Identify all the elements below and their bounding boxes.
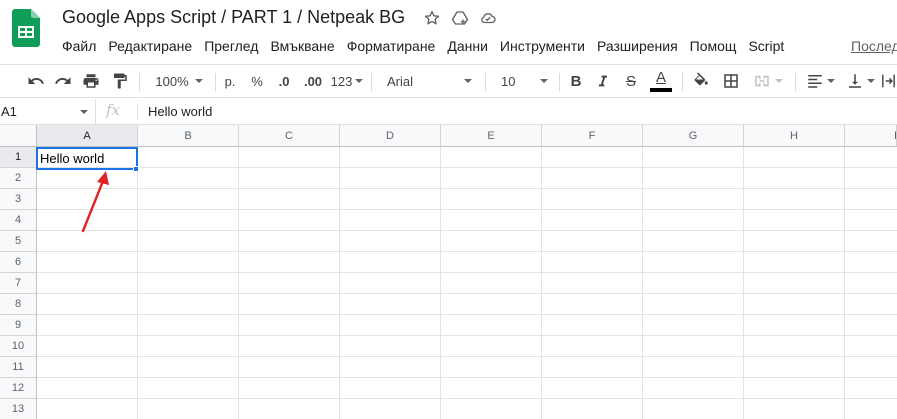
menu-help[interactable]: Помощ	[690, 37, 737, 55]
column-header-i[interactable]: I	[845, 125, 897, 147]
vertical-align-icon[interactable]	[842, 65, 878, 97]
chevron-down-icon	[866, 79, 875, 83]
row-header-3[interactable]: 3	[0, 189, 37, 210]
cloud-saved-icon[interactable]	[479, 9, 497, 27]
name-box-value: A1	[1, 104, 17, 119]
row-header-6[interactable]: 6	[0, 252, 37, 273]
increase-decimal-label: .00	[303, 73, 323, 89]
formula-bar: A1 fx Hello world	[0, 99, 897, 125]
horizontal-align-icon[interactable]	[802, 65, 838, 97]
print-icon[interactable]	[79, 65, 103, 97]
chevron-down-icon	[355, 79, 364, 83]
zoom-value: 100%	[155, 73, 189, 89]
toolbar-divider	[559, 73, 560, 91]
menu-edit[interactable]: Редактиране	[108, 37, 192, 55]
move-to-drive-icon[interactable]	[451, 9, 469, 27]
column-header-c[interactable]: C	[239, 125, 340, 147]
toolbar-divider	[485, 73, 486, 91]
menu-file[interactable]: Файл	[62, 37, 96, 55]
row-header-10[interactable]: 10	[0, 336, 37, 357]
toolbar-divider	[682, 73, 683, 91]
toolbar-divider	[215, 73, 216, 91]
fx-icon: fx	[106, 101, 121, 119]
chevron-down-icon	[826, 79, 835, 83]
document-title[interactable]: Google Apps Script / PART 1 / Netpeak BG	[62, 7, 405, 28]
star-icon[interactable]	[423, 9, 441, 27]
row-header-13[interactable]: 13	[0, 399, 37, 419]
more-formats-select[interactable]: 123	[330, 65, 364, 97]
chevron-down-icon	[464, 79, 472, 83]
title-bar: Google Apps Script / PART 1 / Netpeak BG…	[0, 0, 897, 62]
zoom-select[interactable]: 100%	[148, 65, 210, 97]
row-header-4[interactable]: 4	[0, 210, 37, 231]
decrease-decimal-label: .0	[278, 73, 290, 89]
row-header-9[interactable]: 9	[0, 315, 37, 336]
column-header-d[interactable]: D	[340, 125, 441, 147]
toolbar-divider	[371, 73, 372, 91]
currency-format-button[interactable]: р.	[220, 65, 240, 97]
text-color-button[interactable]: A	[648, 65, 674, 97]
italic-icon[interactable]	[592, 65, 614, 97]
redo-icon[interactable]	[51, 65, 75, 97]
menu-script[interactable]: Script	[748, 37, 784, 55]
sheets-logo-icon[interactable]	[12, 9, 40, 47]
fill-color-icon[interactable]	[689, 65, 713, 97]
row-header-12[interactable]: 12	[0, 378, 37, 399]
font-family-select[interactable]: Arial	[378, 65, 478, 97]
formula-divider	[137, 103, 138, 120]
menu-tools[interactable]: Инструменти	[500, 37, 585, 55]
column-header-f[interactable]: F	[542, 125, 643, 147]
formula-input[interactable]: Hello world	[148, 99, 212, 124]
menu-format[interactable]: Форматиране	[347, 37, 436, 55]
more-formats-label: 123	[330, 73, 353, 89]
menu-bar: Файл Редактиране Преглед Вмъкване Формат…	[62, 37, 796, 55]
undo-icon[interactable]	[24, 65, 48, 97]
column-header-i-label: I	[893, 130, 897, 142]
chevron-down-icon	[775, 79, 783, 83]
toolbar-divider	[795, 73, 796, 91]
row-header-7[interactable]: 7	[0, 273, 37, 294]
row-header-11[interactable]: 11	[0, 357, 37, 378]
toolbar-divider	[139, 73, 140, 91]
menu-extensions[interactable]: Разширения	[597, 37, 678, 55]
column-header-g[interactable]: G	[643, 125, 744, 147]
select-all-corner[interactable]	[0, 125, 37, 147]
row-header-5[interactable]: 5	[0, 231, 37, 252]
text-color-label: A	[655, 69, 666, 86]
font-size-value: 10	[501, 73, 516, 89]
cell-area[interactable]	[37, 147, 897, 419]
menu-data[interactable]: Данни	[447, 37, 488, 55]
menu-insert[interactable]: Вмъкване	[270, 37, 334, 55]
toolbar: 100% р. % .0 .00 123 Arial 10 B S A	[0, 64, 897, 98]
font-family-value: Arial	[387, 73, 414, 89]
chevron-down-icon[interactable]	[80, 110, 88, 114]
row-header-1[interactable]: 1	[0, 147, 37, 168]
percent-format-button[interactable]: %	[247, 65, 267, 97]
fill-handle[interactable]	[133, 166, 139, 172]
merge-cells-icon[interactable]	[748, 65, 788, 97]
chevron-down-icon	[540, 79, 548, 83]
font-size-select[interactable]: 10	[492, 65, 552, 97]
bold-button[interactable]: B	[565, 65, 587, 97]
strikethrough-button[interactable]: S	[620, 65, 642, 97]
increase-decimal-button[interactable]: .00	[300, 65, 326, 97]
column-header-e[interactable]: E	[441, 125, 542, 147]
column-header-h[interactable]: H	[744, 125, 845, 147]
row-header-8[interactable]: 8	[0, 294, 37, 315]
chevron-down-icon	[194, 79, 203, 83]
active-cell-selection	[36, 147, 138, 170]
last-edit-link[interactable]: Послед	[851, 37, 897, 55]
text-wrap-icon[interactable]	[880, 65, 897, 97]
column-header-b[interactable]: B	[138, 125, 239, 147]
decrease-decimal-button[interactable]: .0	[273, 65, 295, 97]
text-color-swatch	[650, 88, 672, 92]
column-header-a[interactable]: A	[37, 125, 138, 147]
borders-icon[interactable]	[719, 65, 743, 97]
menu-view[interactable]: Преглед	[204, 37, 258, 55]
paint-format-icon[interactable]	[108, 65, 132, 97]
row-header-2[interactable]: 2	[0, 168, 37, 189]
